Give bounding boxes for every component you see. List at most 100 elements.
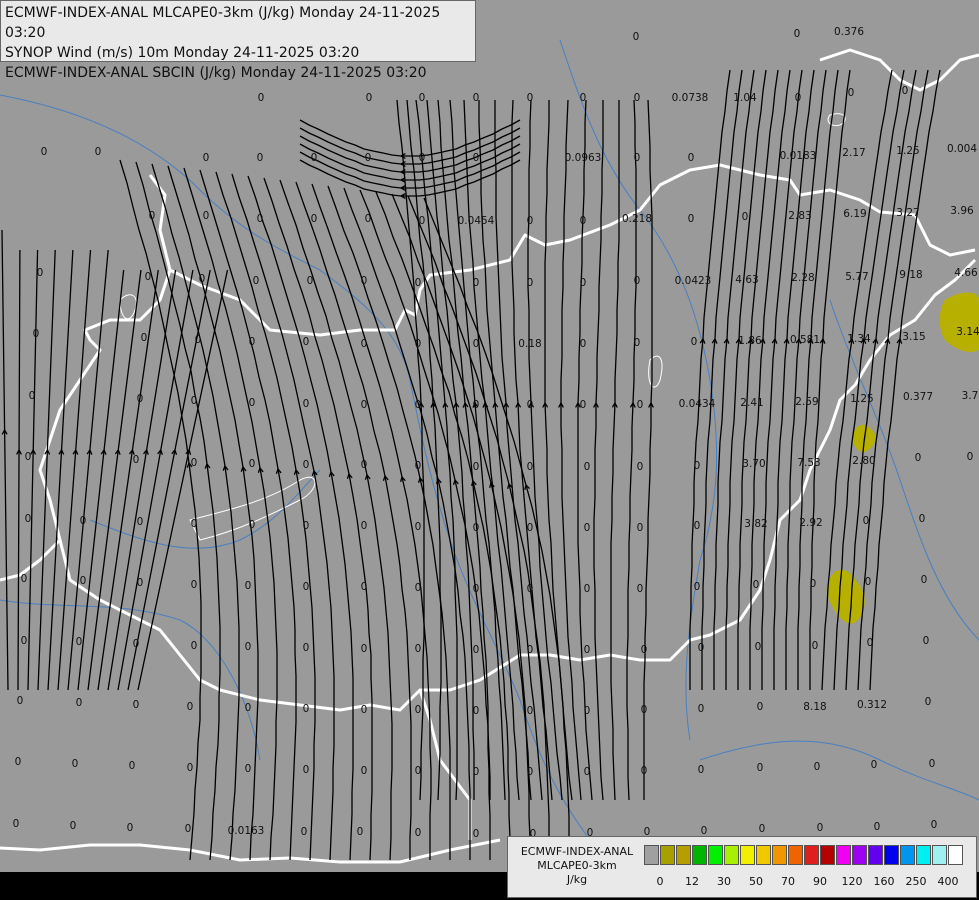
value-label: 0.0738 bbox=[672, 92, 709, 104]
map-canvas: 0.376 0 0 0 0 0 0 0 0 0 0.0738 1.04 0 0 0 0 0 0 0 0 0 0 0 0.096… bbox=[0, 0, 979, 900]
value-label: 0.18 bbox=[518, 338, 541, 350]
value-label: 0 bbox=[794, 28, 801, 40]
value-label: 0 bbox=[694, 581, 701, 593]
value-label: 0 bbox=[199, 273, 206, 285]
legend-swatch bbox=[756, 845, 771, 865]
value-label: 0 bbox=[133, 638, 140, 650]
value-label: 0 bbox=[249, 336, 256, 348]
value-label: 0 bbox=[307, 275, 314, 287]
value-label: 0 bbox=[473, 705, 480, 717]
value-label: 0 bbox=[527, 644, 534, 656]
value-label: 0 bbox=[303, 336, 310, 348]
value-label: 0 bbox=[527, 92, 534, 104]
value-label: 0 bbox=[641, 644, 648, 656]
value-label: 3.15 bbox=[902, 331, 925, 343]
value-label: 0 bbox=[580, 399, 587, 411]
value-label: 0 bbox=[637, 583, 644, 595]
value-label: 0 bbox=[258, 92, 265, 104]
value-label: 0 bbox=[867, 637, 874, 649]
value-label: 0 bbox=[473, 152, 480, 164]
value-label: 0 bbox=[814, 761, 821, 773]
value-label: 0 bbox=[37, 267, 44, 279]
value-label: 0 bbox=[698, 642, 705, 654]
value-label: 0 bbox=[13, 818, 20, 830]
value-label: 3.96 bbox=[950, 205, 974, 217]
value-label: 0 bbox=[929, 758, 936, 770]
value-label: 0 bbox=[29, 390, 36, 402]
value-label: 1.25 bbox=[850, 393, 873, 405]
legend-tick: 160 bbox=[873, 875, 895, 888]
value-label: 0 bbox=[634, 337, 641, 349]
value-label: 0.218 bbox=[622, 213, 652, 225]
value-label: 0 bbox=[303, 642, 310, 654]
value-label: 0 bbox=[637, 522, 644, 534]
value-label: 0 bbox=[634, 275, 641, 287]
value-label: 8.18 bbox=[803, 701, 826, 713]
value-label: 0 bbox=[245, 763, 252, 775]
value-label: 0 bbox=[76, 697, 83, 709]
value-label: 0 bbox=[15, 756, 22, 768]
legend-swatch bbox=[676, 845, 691, 865]
value-label: 0 bbox=[580, 215, 587, 227]
value-label: 0 bbox=[191, 457, 198, 469]
legend-tick: 12 bbox=[685, 875, 699, 888]
value-label: 0 bbox=[187, 762, 194, 774]
value-label: 0 bbox=[25, 451, 32, 463]
value-label: 0 bbox=[415, 338, 422, 350]
value-label: 0 bbox=[203, 152, 210, 164]
value-label: 0.376 bbox=[834, 26, 864, 38]
value-label: 0 bbox=[921, 574, 928, 586]
value-label: 2.59 bbox=[795, 396, 818, 408]
value-label: 0 bbox=[473, 461, 480, 473]
value-label: 0 bbox=[361, 520, 368, 532]
value-label: 0 bbox=[473, 766, 480, 778]
value-label: 9.18 bbox=[899, 269, 922, 281]
title-synop-wind: SYNOP Wind (m/s) 10m Monday 24-11-2025 0… bbox=[5, 45, 360, 61]
value-label: 0 bbox=[245, 702, 252, 714]
value-label: 0 bbox=[527, 705, 534, 717]
value-label: 0.0423 bbox=[675, 275, 712, 287]
value-label: 0 bbox=[759, 823, 766, 835]
value-label: 0 bbox=[473, 828, 480, 840]
value-label: 0 bbox=[137, 516, 144, 528]
legend-tick: 50 bbox=[749, 875, 763, 888]
value-label: 0 bbox=[923, 635, 930, 647]
title-box: ECMWF-INDEX-ANAL MLCAPE0-3km (J/kg) Mond… bbox=[0, 0, 476, 81]
value-label: 0 bbox=[253, 275, 260, 287]
value-label: 0 bbox=[527, 215, 534, 227]
value-label: 0 bbox=[365, 213, 372, 225]
value-label: 0 bbox=[415, 460, 422, 472]
legend-tick: 250 bbox=[905, 875, 927, 888]
value-label: 0 bbox=[874, 821, 881, 833]
value-label: 0 bbox=[149, 210, 156, 222]
value-label: 1.04 bbox=[733, 92, 757, 104]
value-label: 0 bbox=[311, 213, 318, 225]
value-label: 0 bbox=[641, 704, 648, 716]
value-label: 0 bbox=[527, 583, 534, 595]
legend-swatch bbox=[788, 845, 803, 865]
value-label: 0 bbox=[580, 92, 587, 104]
value-label: 0 bbox=[415, 643, 422, 655]
legend-swatch bbox=[724, 845, 739, 865]
legend-swatch bbox=[708, 845, 723, 865]
value-label: 0 bbox=[361, 581, 368, 593]
value-label: 0 bbox=[915, 452, 922, 464]
value-label: 0 bbox=[473, 92, 480, 104]
value-label: 0 bbox=[419, 215, 426, 227]
value-label: 0 bbox=[21, 573, 28, 585]
value-label: 0 bbox=[361, 399, 368, 411]
value-label: 2.28 bbox=[791, 272, 814, 284]
value-label: 0 bbox=[637, 461, 644, 473]
value-label: 3.70 bbox=[742, 458, 765, 470]
value-label: 0 bbox=[688, 152, 695, 164]
value-label: 0 bbox=[753, 579, 760, 591]
value-label: 0 bbox=[848, 87, 855, 99]
value-label: 0.0183 bbox=[780, 150, 817, 162]
value-label: 2.17 bbox=[842, 147, 865, 159]
value-label: 0 bbox=[17, 695, 24, 707]
value-label: 0 bbox=[902, 85, 909, 97]
value-label: 0 bbox=[580, 338, 587, 350]
value-label: 0 bbox=[257, 152, 264, 164]
value-label: 0 bbox=[133, 454, 140, 466]
legend-swatch bbox=[932, 845, 947, 865]
